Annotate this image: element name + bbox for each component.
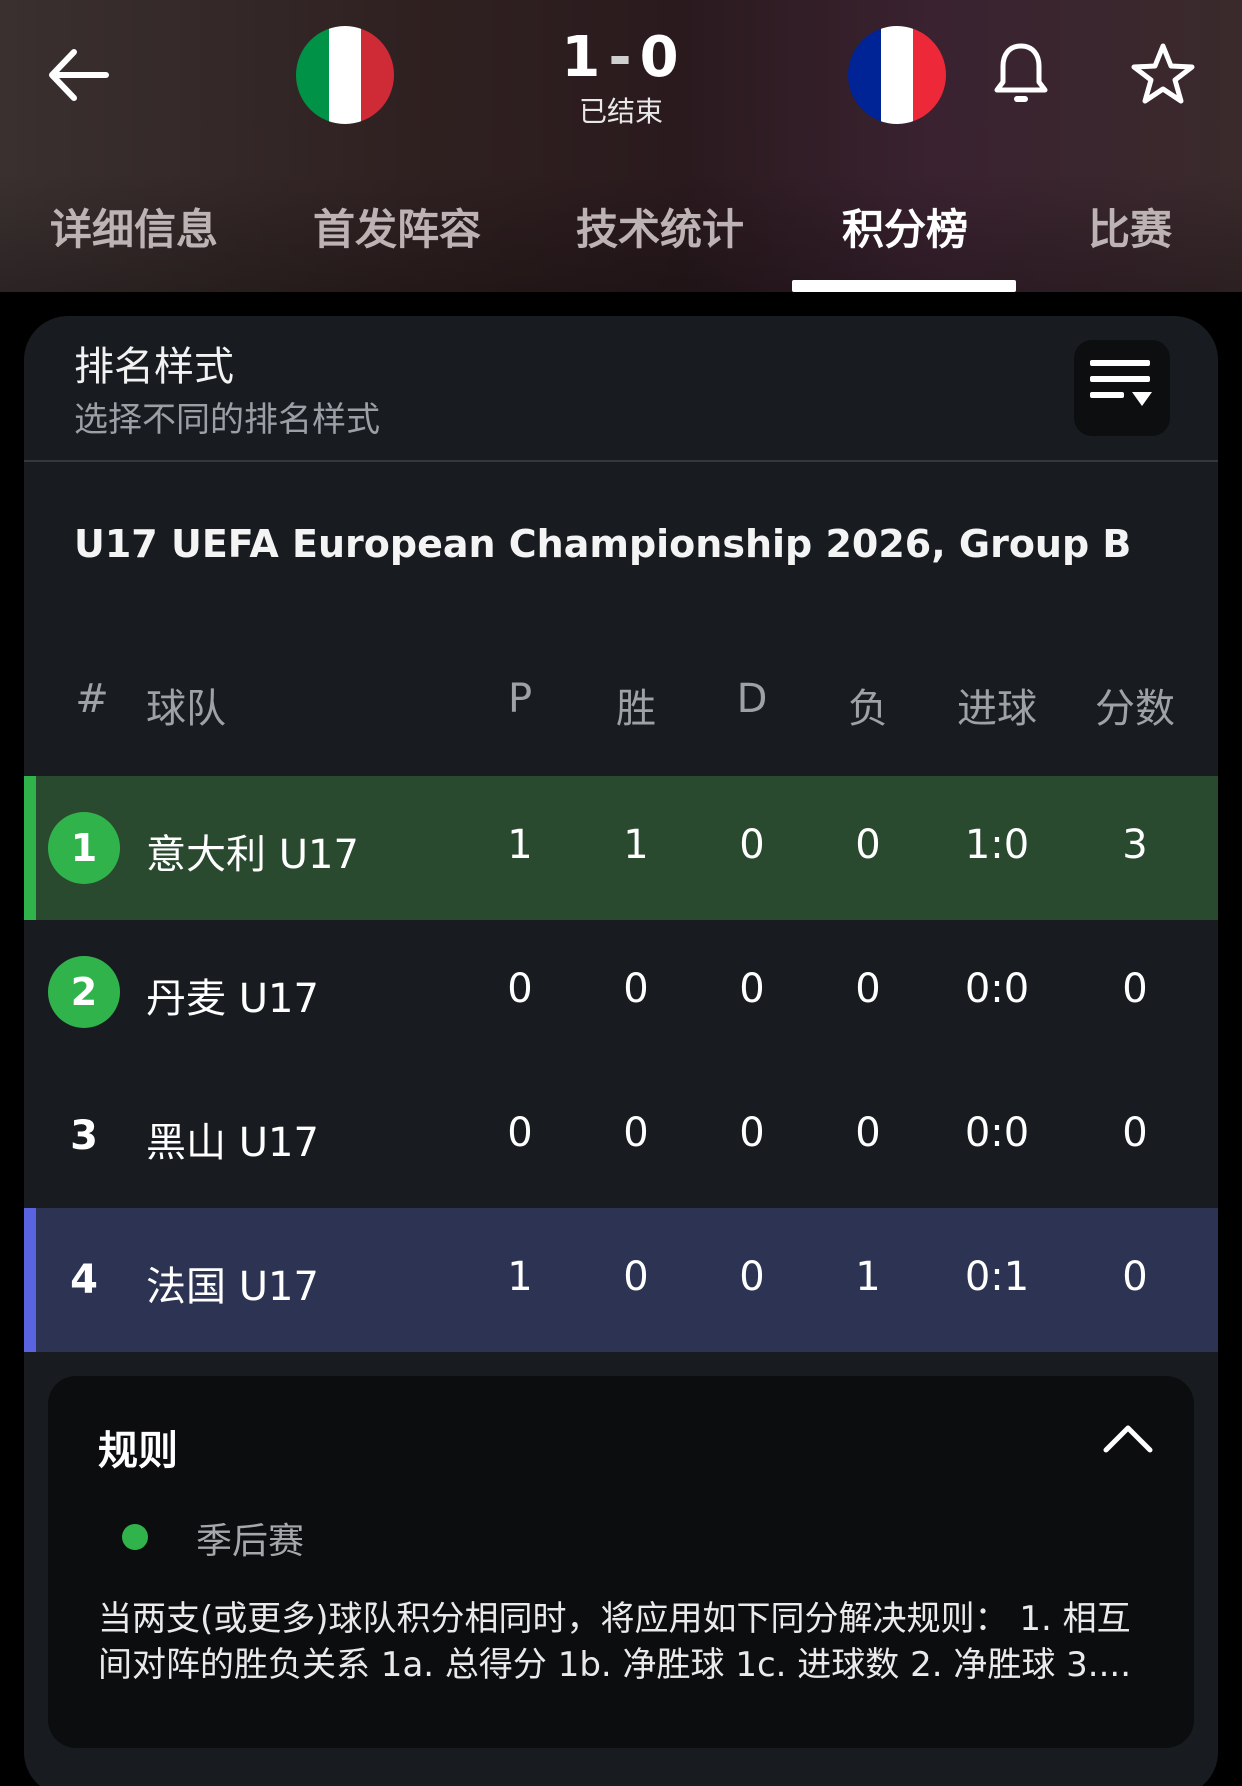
- table-row[interactable]: 3 黑山 U17 0 0 0 0 0:0 0: [24, 1064, 1218, 1208]
- goals: 0:0: [964, 966, 1030, 1012]
- rank-number: 4: [70, 1257, 98, 1303]
- points: 0: [1122, 1254, 1148, 1300]
- losses: 0: [855, 966, 881, 1012]
- back-arrow-icon[interactable]: [44, 40, 114, 110]
- standings-card: 排名样式 选择不同的排名样式 U17 UEFA European Champio…: [24, 316, 1218, 1786]
- rank-number: 3: [70, 1113, 98, 1159]
- rank-badge: 2: [48, 956, 120, 1028]
- away-team-flag-france[interactable]: [848, 26, 946, 124]
- goals: 0:1: [964, 1254, 1030, 1300]
- team-name: 丹麦 U17: [146, 976, 319, 1022]
- rules-title: 规则: [98, 1428, 178, 1474]
- draws: 0: [739, 1254, 765, 1300]
- points: 0: [1122, 1110, 1148, 1156]
- wins: 1: [623, 822, 649, 868]
- played: 0: [507, 966, 533, 1012]
- team-name: 意大利 U17: [146, 832, 359, 878]
- draws: 0: [739, 822, 765, 868]
- wins: 0: [623, 966, 649, 1012]
- rank-style-title: 排名样式: [74, 344, 234, 390]
- team-name: 黑山 U17: [146, 1120, 319, 1166]
- wins: 0: [623, 1254, 649, 1300]
- score-separator: -: [608, 25, 634, 90]
- col-header-rank: #: [75, 676, 109, 722]
- tab-lineups[interactable]: 首发阵容: [313, 196, 481, 257]
- rank-badge: 1: [48, 812, 120, 884]
- played: 1: [507, 1254, 533, 1300]
- col-header-draws: D: [736, 676, 768, 722]
- playoff-legend-dot: [122, 1524, 148, 1550]
- rules-panel: 规则 季后赛 当两支(或更多)球队积分相同时，将应用如下同分解决规则： 1. 相…: [48, 1376, 1194, 1748]
- goals: 0:0: [964, 1110, 1030, 1156]
- tab-details[interactable]: 详细信息: [50, 196, 218, 257]
- goals: 1:0: [964, 822, 1030, 868]
- draws: 0: [739, 966, 765, 1012]
- tab-bar: 详细信息 首发阵容 技术统计 积分榜 比赛: [0, 180, 1242, 292]
- losses: 0: [855, 1110, 881, 1156]
- col-header-wins: 胜: [616, 686, 656, 732]
- bell-icon[interactable]: [992, 40, 1050, 108]
- played: 0: [507, 1110, 533, 1156]
- table-row[interactable]: 4 法国 U17 1 0 0 1 0:1 0: [24, 1208, 1218, 1352]
- group-title: U17 UEFA European Championship 2026, Gro…: [74, 522, 1132, 566]
- table-row[interactable]: 1 意大利 U17 1 1 0 0 1:0 3: [24, 776, 1218, 920]
- losses: 1: [855, 1254, 881, 1300]
- sort-menu-icon[interactable]: [1074, 340, 1170, 436]
- col-header-points: 分数: [1095, 686, 1175, 732]
- col-header-losses: 负: [848, 686, 888, 732]
- col-header-team: 球队: [146, 686, 226, 732]
- wins: 0: [623, 1110, 649, 1156]
- team-name: 法国 U17: [146, 1264, 319, 1310]
- star-icon[interactable]: [1130, 42, 1196, 106]
- points: 3: [1122, 822, 1148, 868]
- active-tab-indicator: [792, 280, 1016, 292]
- table-row[interactable]: 2 丹麦 U17 0 0 0 0 0:0 0: [24, 920, 1218, 1064]
- divider: [24, 460, 1218, 462]
- playoff-legend-label: 季后赛: [196, 1521, 305, 1562]
- col-header-goals: 进球: [957, 686, 1037, 732]
- draws: 0: [739, 1110, 765, 1156]
- rank-style-selector[interactable]: 排名样式 选择不同的排名样式: [24, 316, 1218, 460]
- away-score: 0: [639, 25, 681, 90]
- tab-standings[interactable]: 积分榜: [842, 196, 968, 257]
- rank-style-subtitle: 选择不同的排名样式: [74, 400, 380, 440]
- home-team-flag-italy[interactable]: [296, 26, 394, 124]
- tiebreak-rules-text: 当两支(或更多)球队积分相同时，将应用如下同分解决规则： 1. 相互间对阵的胜负…: [98, 1599, 1131, 1685]
- chevron-up-icon[interactable]: [1098, 1416, 1158, 1460]
- home-score: 1: [561, 25, 603, 90]
- match-score: 1-0 已结束: [521, 28, 721, 130]
- col-header-played: P: [507, 676, 533, 722]
- tab-matches[interactable]: 比赛: [1088, 196, 1172, 257]
- match-header: 1-0 已结束 详细信息 首发阵容 技术统计 积分榜 比赛: [0, 0, 1242, 292]
- match-status: 已结束: [578, 95, 663, 128]
- tab-stats[interactable]: 技术统计: [576, 196, 744, 257]
- points: 0: [1122, 966, 1148, 1012]
- played: 1: [507, 822, 533, 868]
- losses: 0: [855, 822, 881, 868]
